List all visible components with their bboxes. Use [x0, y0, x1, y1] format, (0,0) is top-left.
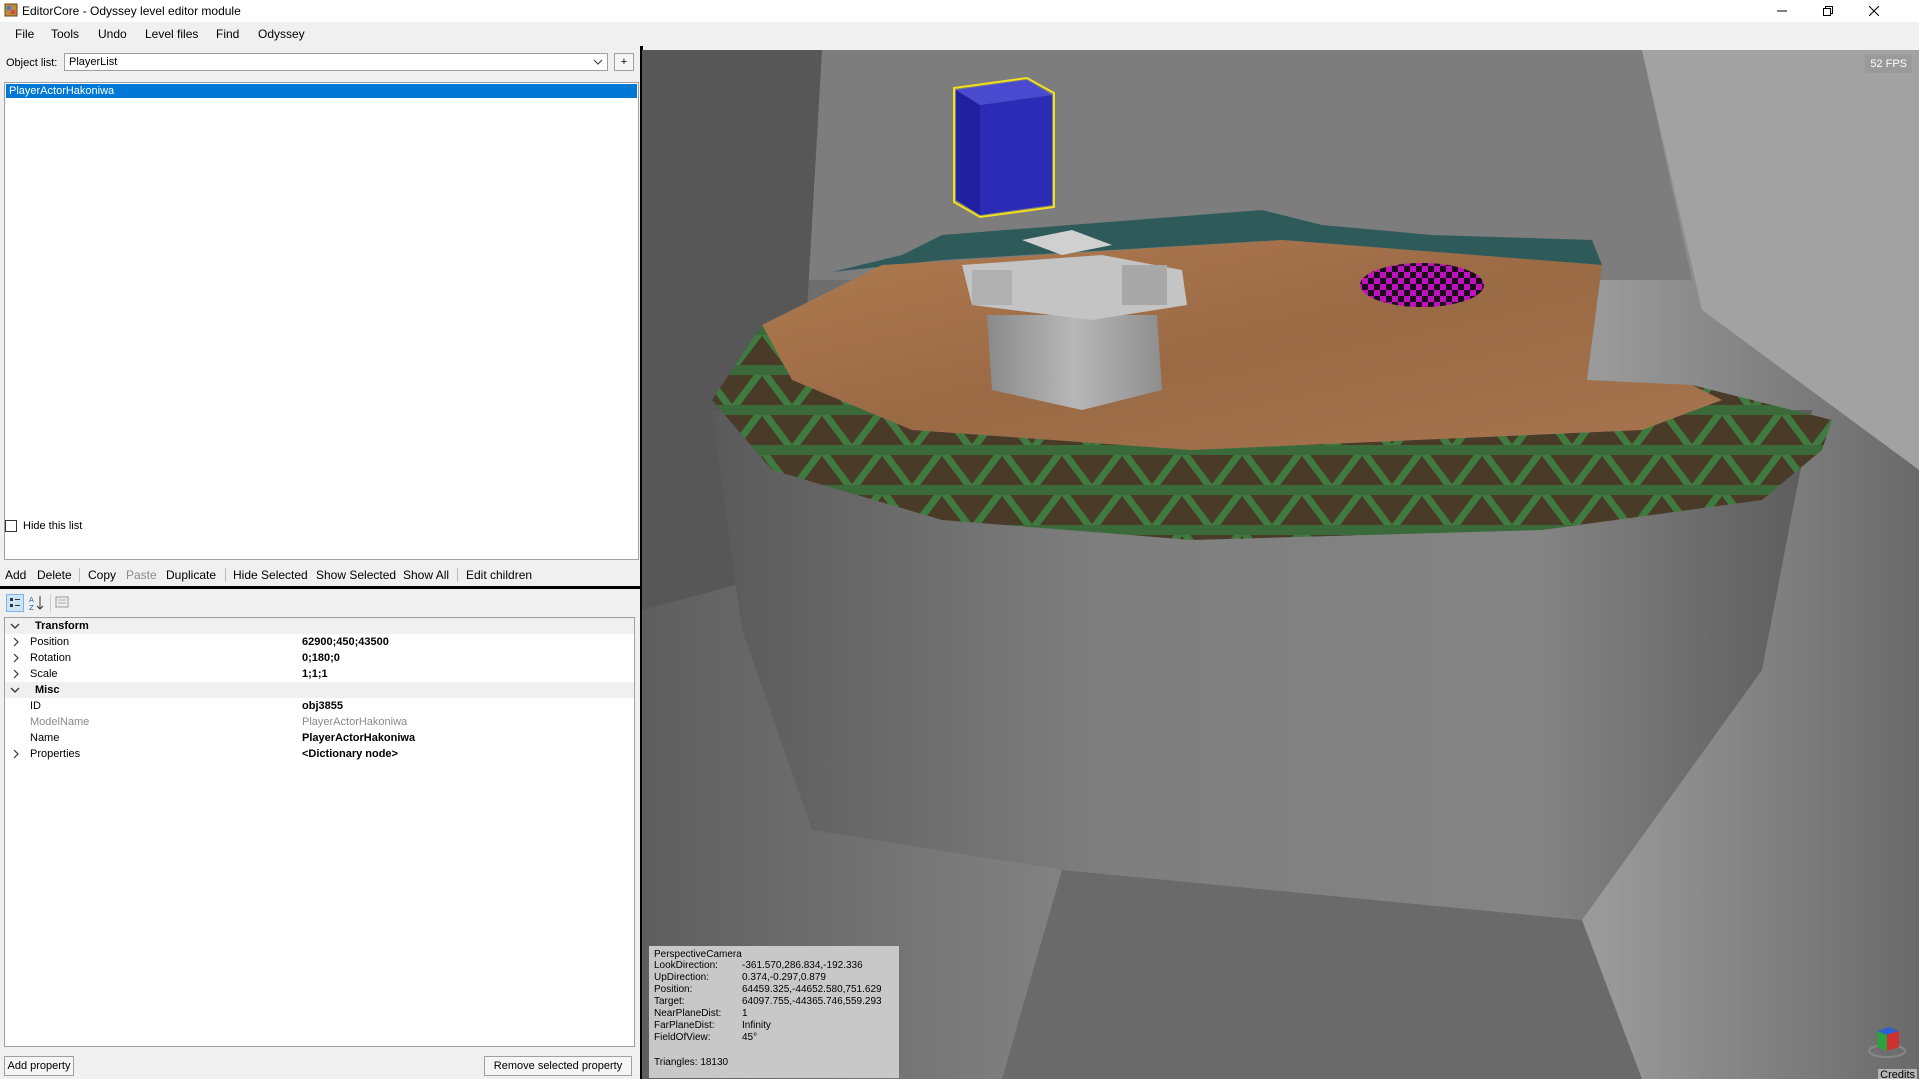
menu-tools[interactable]: Tools — [51, 27, 79, 41]
restore-button[interactable] — [1805, 0, 1851, 22]
property-grid-toolbar: AZ — [4, 594, 644, 614]
hide-selected-button[interactable]: Hide Selected — [233, 568, 308, 582]
property-row-position[interactable]: Position 62900;450;43500 — [5, 634, 634, 650]
camera-title: PerspectiveCamera — [654, 949, 742, 960]
toolbar-separator — [79, 568, 80, 582]
panel-splitter[interactable] — [0, 586, 640, 589]
chevron-right-icon[interactable] — [11, 637, 21, 647]
object-list-selected: PlayerList — [69, 56, 118, 68]
chevron-down-icon — [593, 59, 603, 65]
hide-list-checkbox[interactable] — [5, 520, 17, 532]
menu-level-files[interactable]: Level files — [145, 27, 198, 41]
view-cube-icon[interactable] — [1867, 1021, 1907, 1061]
list-item[interactable]: PlayerActorHakoniwa — [6, 84, 637, 98]
menu-odyssey[interactable]: Odyssey — [258, 27, 305, 41]
delete-button[interactable]: Delete — [37, 568, 72, 582]
category-label: Misc — [35, 684, 60, 696]
property-name: Scale — [30, 668, 58, 680]
show-all-button[interactable]: Show All — [403, 568, 449, 582]
chevron-right-icon[interactable] — [11, 749, 21, 759]
chevron-right-icon[interactable] — [11, 669, 21, 679]
hide-list-label: Hide this list — [23, 520, 83, 532]
object-listbox[interactable]: PlayerActorHakoniwa — [4, 82, 639, 560]
scene-render — [642, 50, 1919, 1079]
category-misc[interactable]: Misc — [5, 682, 634, 698]
category-label: Transform — [35, 620, 89, 632]
property-pages-button[interactable] — [50, 594, 72, 612]
property-name: Rotation — [30, 652, 71, 664]
menu-file[interactable]: File — [15, 27, 34, 41]
property-name: Position — [30, 636, 70, 648]
add-property-button[interactable]: Add property — [4, 1056, 74, 1076]
chevron-down-icon[interactable] — [10, 621, 20, 631]
chevron-right-icon[interactable] — [11, 653, 21, 663]
category-transform[interactable]: Transform — [5, 618, 634, 634]
restore-icon — [1823, 6, 1833, 16]
property-name: ModelName — [30, 716, 90, 728]
svg-text:Z: Z — [29, 604, 34, 612]
triangle-count: Triangles: 18130 — [654, 1057, 729, 1068]
property-value[interactable]: PlayerActorHakoniwa — [302, 732, 415, 744]
edit-children-button[interactable]: Edit children — [466, 568, 532, 582]
list-item-label: PlayerActorHakoniwa — [9, 85, 115, 97]
property-name: Name — [30, 732, 60, 744]
property-pages-icon — [55, 596, 69, 608]
property-grid[interactable]: Transform Position 62900;450;43500 Rotat… — [4, 617, 635, 1047]
property-value[interactable]: obj3855 — [302, 700, 343, 712]
menu-find[interactable]: Find — [216, 27, 239, 41]
menu-bar: File Tools Undo Level files Find Odyssey — [0, 22, 1919, 46]
object-list-add-button[interactable]: + — [614, 53, 634, 71]
app-icon — [4, 3, 18, 17]
categorized-icon — [10, 598, 20, 607]
object-list-label: Object list: — [6, 57, 58, 69]
alphabetical-button[interactable]: AZ — [28, 594, 46, 612]
property-value: PlayerActorHakoniwa — [302, 716, 408, 728]
title-bar: EditorCore - Odyssey level editor module — [0, 0, 1919, 22]
close-icon — [1869, 6, 1879, 16]
property-name: Properties — [30, 748, 81, 760]
credits-link[interactable]: Credits — [1878, 1069, 1917, 1079]
add-button[interactable]: Add — [5, 568, 26, 582]
property-value[interactable]: 0;180;0 — [302, 652, 340, 664]
duplicate-button[interactable]: Duplicate — [166, 568, 216, 582]
chevron-down-icon[interactable] — [10, 685, 20, 695]
toolbar-separator — [457, 568, 458, 582]
close-button[interactable] — [1851, 0, 1897, 22]
property-row-id[interactable]: ID obj3855 — [5, 698, 634, 714]
camera-info-panel: PerspectiveCamera LookDirection: -361.570… — [649, 946, 899, 1078]
minimize-icon — [1777, 10, 1787, 12]
property-row-rotation[interactable]: Rotation 0;180;0 — [5, 650, 634, 666]
sort-alpha-icon: AZ — [29, 596, 44, 612]
paste-button[interactable]: Paste — [126, 568, 157, 582]
fps-counter: 52 FPS — [1865, 55, 1912, 73]
property-row-properties[interactable]: Properties <Dictionary node> — [5, 746, 634, 762]
property-value[interactable]: <Dictionary node> — [302, 748, 398, 760]
svg-text:A: A — [29, 596, 34, 604]
object-list-dropdown[interactable]: PlayerList — [64, 53, 608, 71]
menu-undo[interactable]: Undo — [98, 27, 127, 41]
left-panel: Object list: PlayerList + PlayerActorHak… — [0, 46, 640, 1079]
copy-button[interactable]: Copy — [88, 568, 116, 582]
property-value[interactable]: 62900;450;43500 — [302, 636, 389, 648]
property-name: ID — [30, 700, 41, 712]
show-selected-button[interactable]: Show Selected — [316, 568, 396, 582]
minimize-button[interactable] — [1759, 0, 1805, 22]
toolbar-separator — [225, 568, 226, 582]
property-row-scale[interactable]: Scale 1;1;1 — [5, 666, 634, 682]
object-toolbar: Add Delete Copy Paste Duplicate Hide Sel… — [0, 559, 640, 589]
3d-viewport[interactable]: 52 FPS PerspectiveCamera LookDirection: -… — [642, 50, 1919, 1079]
property-value[interactable]: 1;1;1 — [302, 668, 328, 680]
remove-property-button[interactable]: Remove selected property — [484, 1056, 632, 1076]
categorized-button[interactable] — [6, 594, 24, 612]
property-row-name[interactable]: Name PlayerActorHakoniwa — [5, 730, 634, 746]
property-row-modelname[interactable]: ModelName PlayerActorHakoniwa — [5, 714, 634, 730]
window-title: EditorCore - Odyssey level editor module — [22, 4, 241, 18]
